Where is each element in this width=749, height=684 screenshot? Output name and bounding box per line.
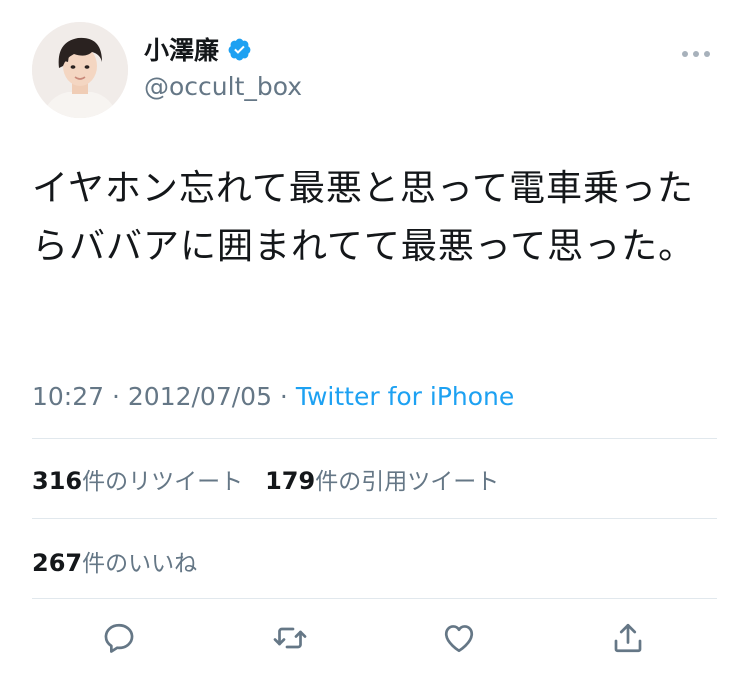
retweet-icon[interactable] [270, 618, 310, 658]
likes-label: 件のいいね [82, 551, 198, 577]
display-name-row: 小澤廉 [144, 32, 302, 66]
tweet-header: 小澤廉 @occult_box [32, 22, 722, 118]
retweet-stats: 316件のリツイート 179件の引用ツイート [32, 462, 499, 496]
divider [32, 598, 717, 599]
likes-stat[interactable]: 267件のいいね [32, 544, 197, 578]
tweet-text: イヤホン忘れて最悪と思って電車乗ったらババアに囲まれてて最悪って思った。 [32, 168, 696, 267]
dot [693, 51, 699, 57]
retweets-count: 316 [32, 467, 83, 495]
tweet-date[interactable]: 2012/07/05 [128, 382, 272, 411]
meta-separator: · [104, 382, 128, 411]
user-names: 小澤廉 @occult_box [144, 32, 302, 101]
tweet-meta: 10:27 · 2012/07/05 · Twitter for iPhone [32, 382, 514, 411]
more-dots-icon[interactable] [682, 46, 718, 62]
divider [32, 438, 717, 439]
likes-count: 267 [32, 549, 83, 577]
quotes-count: 179 [265, 467, 316, 495]
avatar[interactable] [32, 22, 128, 118]
quotes-stat[interactable]: 179件の引用ツイート [265, 462, 499, 496]
share-icon[interactable] [608, 618, 648, 658]
verified-badge-icon [227, 37, 252, 62]
divider [32, 518, 717, 519]
tweet-time[interactable]: 10:27 [32, 382, 104, 411]
user-handle[interactable]: @occult_box [144, 72, 302, 101]
dot [704, 51, 710, 57]
reply-icon[interactable] [99, 618, 139, 658]
retweets-stat[interactable]: 316件のリツイート [32, 462, 243, 496]
dot [682, 51, 688, 57]
avatar-image [32, 22, 128, 118]
action-bar [0, 618, 749, 662]
heart-icon[interactable] [439, 618, 479, 658]
likes-stats: 267件のいいね [32, 544, 197, 578]
quotes-label: 件の引用ツイート [315, 469, 500, 495]
display-name[interactable]: 小澤廉 [144, 31, 219, 67]
tweet-source-link[interactable]: Twitter for iPhone [296, 382, 514, 411]
retweets-label: 件のリツイート [82, 469, 244, 495]
meta-separator: · [271, 382, 296, 411]
